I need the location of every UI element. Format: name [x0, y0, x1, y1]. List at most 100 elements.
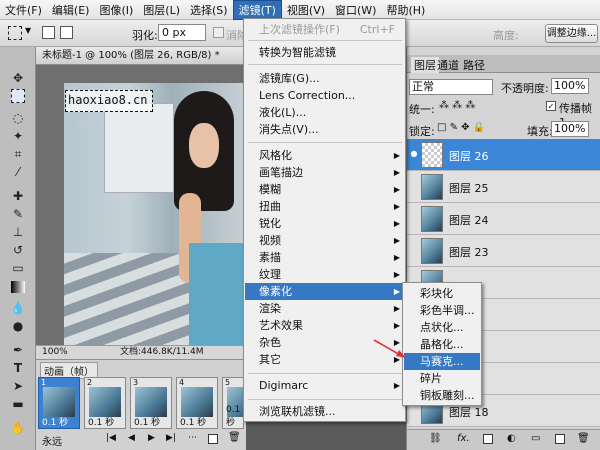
first-frame-icon[interactable]: |◀ — [106, 433, 116, 443]
filter-group-render[interactable]: 渲染 ▶ — [245, 300, 405, 317]
layer-row[interactable]: ● 图层 26 — [407, 139, 600, 171]
tab-layers[interactable]: 图层 — [411, 57, 439, 73]
lens-correction-item[interactable]: Lens Correction... — [245, 87, 405, 104]
canvas-area[interactable]: haoxiao8.cn — [36, 65, 244, 345]
frame-delay[interactable]: 0.1 秒 — [88, 415, 114, 428]
menu-file[interactable]: 文件(F) — [0, 1, 47, 21]
frame-3[interactable]: 3 0.1 秒 — [130, 377, 172, 429]
browse-filters-item[interactable]: 浏览联机滤镜... — [245, 403, 405, 420]
next-frame-icon[interactable]: ▶| — [166, 433, 176, 443]
play-icon[interactable]: ▶ — [148, 433, 155, 443]
filter-group-texture[interactable]: 纹理 ▶ — [245, 266, 405, 283]
vanishing-point-item[interactable]: 消失点(V)... — [245, 121, 405, 138]
menu-select[interactable]: 选择(S) — [185, 1, 233, 21]
submenu-item-facet[interactable]: 彩块化 — [404, 285, 480, 302]
lock-icons[interactable]: □ ✎ ✥ 🔒 — [437, 122, 485, 133]
filter-group-brush-strokes[interactable]: 画笔描边 ▶ — [245, 164, 405, 181]
submenu-item-mezzotint[interactable]: 铜板雕刻... — [404, 387, 480, 404]
menu-image[interactable]: 图像(I) — [94, 1, 138, 21]
prev-frame-icon[interactable]: ◀ — [128, 433, 135, 443]
layer-row[interactable]: 图层 25 — [407, 171, 600, 203]
trash-icon[interactable]: 🗑 — [577, 433, 590, 444]
filter-group-noise[interactable]: 杂色 ▶ — [245, 334, 405, 351]
layer-row[interactable]: 图层 23 — [407, 235, 600, 267]
filter-group-blur[interactable]: 模糊 ▶ — [245, 181, 405, 198]
frame-delay[interactable]: 0.1 秒 — [180, 415, 206, 428]
feather-input[interactable]: 0 px — [158, 24, 206, 41]
submenu-item-pointillize[interactable]: 点状化... — [404, 319, 480, 336]
pen-tool-icon[interactable]: ✒ — [9, 341, 27, 359]
fill-input[interactable]: 100% — [551, 121, 589, 137]
fx-icon[interactable]: fx. — [457, 433, 470, 444]
filter-group-sketch[interactable]: 素描 ▶ — [245, 249, 405, 266]
gradient-tool-icon[interactable] — [11, 281, 25, 293]
eraser-tool-icon[interactable]: ▭ — [9, 259, 27, 277]
blur-tool-icon[interactable]: 💧 — [9, 299, 27, 317]
filter-gallery-item[interactable]: 滤镜库(G)... — [245, 70, 405, 87]
frame-delay[interactable]: 0.1 秒 — [134, 415, 160, 428]
unify-icons[interactable]: ⁂ ⁂ ⁂ — [439, 100, 475, 111]
chevron-down-icon[interactable]: ▼ — [25, 26, 31, 35]
frame-2[interactable]: 2 0.1 秒 — [84, 377, 126, 429]
type-tool-icon[interactable]: T — [9, 359, 27, 377]
shape-tool-icon[interactable]: ▬ — [9, 395, 27, 413]
link-layers-icon[interactable]: ⛓ — [429, 433, 442, 444]
new-frame-icon[interactable] — [208, 434, 218, 444]
filter-group-video[interactable]: 视频 ▶ — [245, 232, 405, 249]
dodge-tool-icon[interactable]: ● — [9, 317, 27, 335]
eyedropper-icon[interactable]: ⁄ — [9, 163, 27, 181]
add-selection-icon[interactable] — [60, 26, 73, 39]
submenu-item-mosaic[interactable]: 马赛克... — [404, 353, 480, 370]
filter-group-stylize[interactable]: 风格化 ▶ — [245, 147, 405, 164]
filter-group-artistic[interactable]: 艺术效果 ▶ — [245, 317, 405, 334]
filter-group-pixelate[interactable]: 像素化 ▶ — [245, 283, 405, 300]
submenu-item-crystallize[interactable]: 晶格化... — [404, 336, 480, 353]
menu-layer[interactable]: 图层(L) — [138, 1, 185, 21]
tween-icon[interactable]: ⋯ — [188, 433, 197, 443]
marquee-tool-icon[interactable] — [8, 26, 22, 40]
zoom-level[interactable]: 100% — [42, 346, 68, 359]
history-brush-icon[interactable]: ↺ — [9, 241, 27, 259]
frame-5[interactable]: 5 0.1 秒 — [222, 377, 244, 429]
submenu-item-color-halftone[interactable]: 彩色半调... — [404, 302, 480, 319]
tab-channels[interactable]: 通道 — [437, 57, 459, 73]
healing-brush-icon[interactable]: ✚ — [9, 187, 27, 205]
magic-wand-icon[interactable]: ✦ — [9, 127, 27, 145]
lasso-tool-icon[interactable]: ◌ — [9, 109, 27, 127]
brush-tool-icon[interactable]: ✎ — [9, 205, 27, 223]
tab-paths[interactable]: 路径 — [463, 57, 485, 73]
frame-delay[interactable]: 0.1 秒 — [226, 405, 243, 428]
menu-filter[interactable]: 滤镜(T) — [232, 0, 282, 20]
antialias-checkbox[interactable] — [213, 27, 224, 38]
digimarc-item[interactable]: Digimarc ▶ — [245, 377, 405, 394]
liquify-item[interactable]: 液化(L)... — [245, 104, 405, 121]
loop-select[interactable]: 永远 — [42, 433, 62, 448]
eye-icon[interactable]: ● — [409, 149, 419, 159]
path-select-icon[interactable]: ➤ — [9, 377, 27, 395]
filter-group-distort[interactable]: 扭曲 ▶ — [245, 198, 405, 215]
clone-stamp-icon[interactable]: ⊥ — [9, 223, 27, 241]
layer-row[interactable]: 图层 24 — [407, 203, 600, 235]
refine-edge-button[interactable]: 调整边缘... — [545, 24, 598, 43]
propagate-checkbox[interactable]: ✓ — [546, 101, 556, 111]
submenu-item-fragment[interactable]: 碎片 — [404, 370, 480, 387]
adjustment-icon[interactable]: ◐ — [507, 433, 516, 444]
frame-delay[interactable]: 0.1 秒 — [42, 415, 68, 428]
new-layer-icon[interactable] — [555, 434, 565, 444]
smart-filter-item[interactable]: 转换为智能滤镜 — [245, 44, 405, 61]
frame-4[interactable]: 4 0.1 秒 — [176, 377, 218, 429]
blend-mode-select[interactable]: 正常 — [409, 79, 493, 95]
marquee-tool-icon[interactable] — [11, 89, 25, 103]
crop-tool-icon[interactable]: ⌗ — [9, 145, 27, 163]
opacity-input[interactable]: 100% — [551, 78, 589, 94]
filter-group-other[interactable]: 其它 ▶ — [245, 351, 405, 368]
delete-frame-icon[interactable]: 🗑 — [228, 432, 241, 443]
move-tool-icon[interactable]: ✥ — [9, 69, 27, 87]
filter-group-sharpen[interactable]: 锐化 ▶ — [245, 215, 405, 232]
group-icon[interactable]: ▭ — [531, 433, 540, 444]
document-tab[interactable]: 未标题-1 @ 100% (图层 26, RGB/8) * × — [36, 47, 254, 65]
menu-edit[interactable]: 编辑(E) — [47, 1, 95, 21]
frame-1[interactable]: 1 0.1 秒 — [38, 377, 80, 429]
hand-tool-icon[interactable]: ✋ — [9, 419, 27, 437]
mask-icon[interactable] — [483, 434, 493, 444]
